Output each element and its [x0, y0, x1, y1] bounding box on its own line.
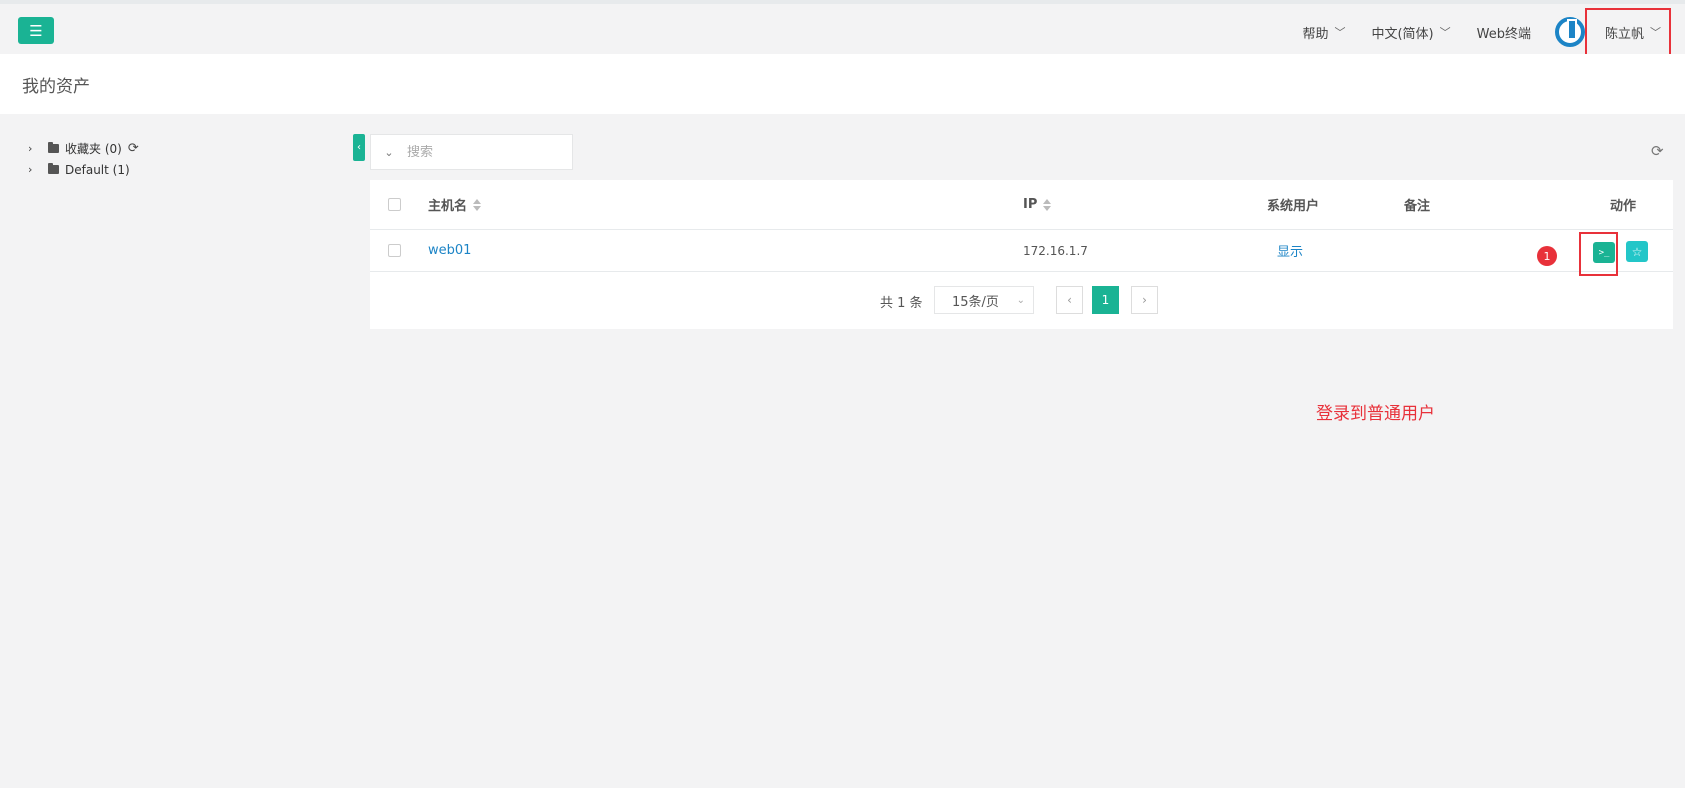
tree-node-default[interactable]: › Default (1) [28, 159, 139, 180]
chevron-down-icon: ﹀ [1334, 26, 1346, 39]
column-header-hostname[interactable]: 主机名 [428, 180, 482, 229]
search-input[interactable] [407, 144, 557, 160]
table-row: web01 172.16.1.7 显示 1 >_ ☆ [370, 230, 1673, 276]
top-nav-menu: 帮助 ﹀ 中文(简体) ﹀ Web终端 陈立帆 ﹀ [1276, 8, 1671, 56]
chevron-left-icon: ‹ [1067, 293, 1072, 307]
annotation-text: 登录到普通用户 [1316, 404, 1435, 424]
table-header: 主机名 IP 系统用户 备注 动作 [370, 180, 1673, 230]
hamburger-icon: ☰ [29, 21, 43, 40]
refresh-icon[interactable]: ⟳ [128, 141, 139, 156]
chevron-right-icon[interactable]: › [28, 142, 48, 155]
page-size-value: 15条/页 [952, 294, 999, 310]
column-header-system-user: 系统用户 [1267, 180, 1319, 229]
show-system-user-link[interactable]: 显示 [1277, 241, 1303, 260]
column-header-ip[interactable]: IP [1023, 180, 1052, 229]
table-refresh-icon[interactable]: ⟳ [1651, 142, 1664, 160]
search-box[interactable]: ⌄ [370, 134, 573, 170]
star-icon: ☆ [1631, 244, 1643, 259]
collapse-tree-button[interactable]: ‹ [353, 134, 365, 161]
terminal-icon: >_ [1598, 247, 1610, 258]
web-terminal-label: Web终端 [1476, 26, 1531, 42]
chevron-right-icon[interactable]: › [28, 163, 48, 176]
column-label: 备注 [1404, 199, 1431, 214]
page-title: 我的资产 [22, 77, 90, 97]
tree-node-label: 收藏夹 (0) [65, 142, 122, 156]
chevron-left-icon: ‹ [357, 142, 361, 153]
asset-table-panel: 主机名 IP 系统用户 备注 动作 web01 172.16.1.7 显示 1 … [370, 180, 1673, 329]
row-select-cell [388, 230, 401, 271]
ip-value: 172.16.1.7 [1023, 243, 1088, 258]
chevron-down-icon: ﹀ [1439, 26, 1451, 39]
language-menu-label: 中文(简体) [1371, 26, 1434, 42]
user-menu[interactable]: 陈立帆 ﹀ [1584, 8, 1671, 56]
tree-node-label: Default (1) [65, 162, 130, 177]
hostname-cell: web01 [428, 230, 471, 271]
chevron-down-icon: ⌄ [1016, 294, 1025, 306]
chevron-right-icon: › [1142, 293, 1147, 307]
tree-node-favorites[interactable]: › 收藏夹 (0) ⟳ [28, 138, 139, 159]
sidebar-toggle-button[interactable]: ☰ [18, 17, 54, 44]
total-count: 共 1 条 [880, 296, 923, 311]
folder-icon [48, 142, 59, 153]
column-label: 系统用户 [1267, 199, 1320, 214]
column-label: 主机名 [428, 199, 468, 214]
page-1-button[interactable]: 1 [1092, 286, 1119, 314]
page-header: 我的资产 [0, 54, 1685, 114]
step-badge: 1 [1537, 246, 1557, 266]
system-user-cell: 显示 [1277, 230, 1303, 271]
help-menu-label: 帮助 [1302, 26, 1329, 42]
ip-cell: 172.16.1.7 [1023, 230, 1088, 271]
web-terminal-link[interactable]: Web终端 [1477, 23, 1531, 42]
top-navbar: ☰ 帮助 ﹀ 中文(简体) ﹀ Web终端 陈立帆 ﹀ [0, 0, 1685, 56]
chevron-down-icon[interactable]: ⌄ [371, 146, 407, 159]
asset-tree: › 收藏夹 (0) ⟳ › Default (1) [28, 138, 139, 180]
favorite-button[interactable]: ☆ [1626, 241, 1648, 262]
language-menu[interactable]: 中文(简体) ﹀ [1371, 23, 1450, 42]
next-page-button[interactable]: › [1131, 286, 1158, 314]
user-avatar[interactable] [1554, 17, 1585, 47]
select-all-cell [388, 180, 401, 229]
page-size-select[interactable]: 15条/页 ⌄ [934, 286, 1034, 314]
select-all-checkbox[interactable] [388, 198, 401, 211]
column-label: 动作 [1610, 199, 1637, 214]
pagination: 共 1 条 15条/页 ⌄ ‹ 1 › [370, 272, 1673, 329]
page-number: 1 [1101, 293, 1110, 307]
folder-icon [48, 163, 59, 174]
sort-icon[interactable] [1043, 198, 1052, 211]
connect-terminal-button[interactable]: >_ [1593, 242, 1615, 263]
sort-icon[interactable] [473, 198, 482, 211]
column-header-actions: 动作 [1610, 180, 1636, 229]
row-checkbox[interactable] [388, 244, 401, 257]
column-label: IP [1023, 197, 1038, 212]
hostname-link[interactable]: web01 [428, 243, 471, 258]
column-header-comment: 备注 [1404, 180, 1430, 229]
help-menu[interactable]: 帮助 ﹀ [1302, 23, 1345, 42]
user-name: 陈立帆 [1604, 26, 1644, 42]
chevron-down-icon: ﹀ [1650, 26, 1661, 39]
prev-page-button[interactable]: ‹ [1056, 286, 1083, 314]
